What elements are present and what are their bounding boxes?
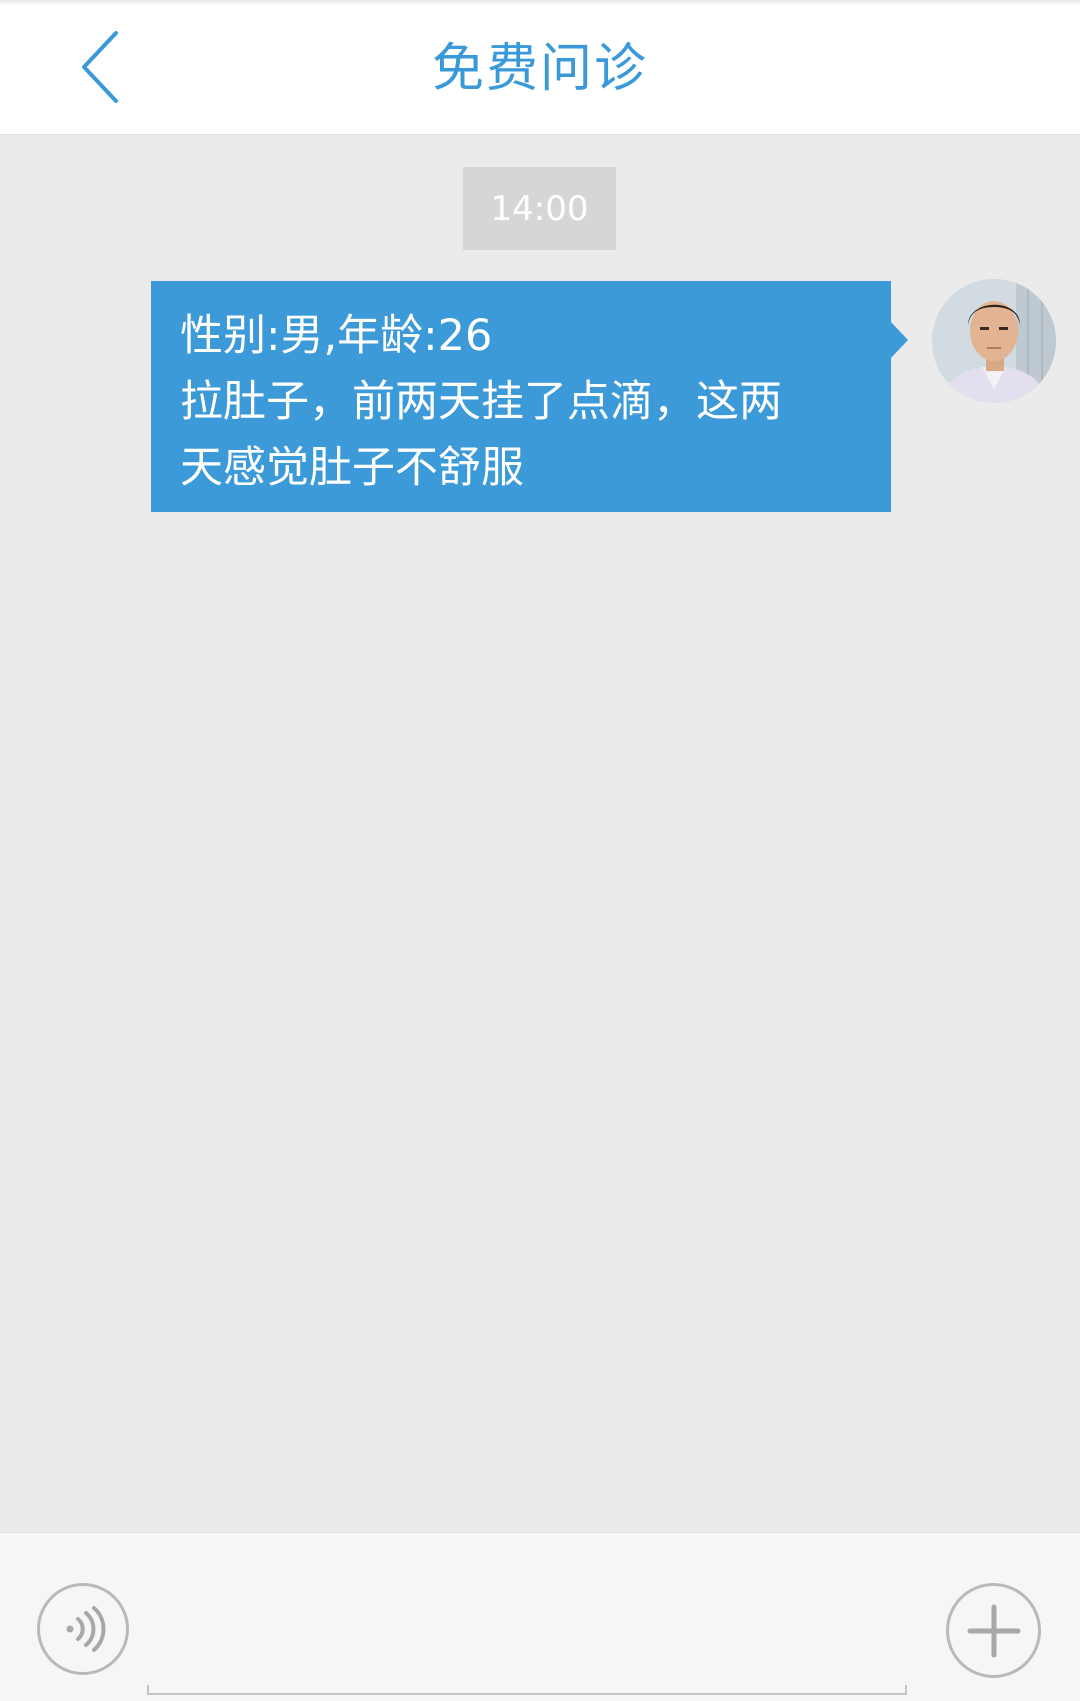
timestamp-badge: 14:00 <box>463 167 616 250</box>
bubble-tail <box>891 322 908 358</box>
input-underline <box>147 1685 907 1695</box>
message-line: 性别:男,年龄:26 <box>180 311 493 361</box>
voice-icon <box>66 1606 106 1652</box>
message-line: 拉肚子，前两天挂了点滴，这两 <box>180 377 782 427</box>
add-button[interactable] <box>946 1583 1041 1678</box>
composer-bar <box>0 1532 1080 1701</box>
avatar[interactable] <box>932 279 1056 403</box>
avatar-image <box>932 279 1056 403</box>
top-navigation-bar: 免费问诊 <box>0 0 1080 135</box>
plus-icon <box>967 1604 1020 1657</box>
voice-button[interactable] <box>37 1583 129 1675</box>
page-title: 免费问诊 <box>431 39 648 99</box>
message-input[interactable] <box>147 1573 911 1687</box>
message-line: 天感觉肚子不舒服 <box>180 443 524 493</box>
message-bubble[interactable]: 性别:男,年龄:26 拉肚子，前两天挂了点滴，这两 天感觉肚子不舒服 <box>151 281 891 512</box>
